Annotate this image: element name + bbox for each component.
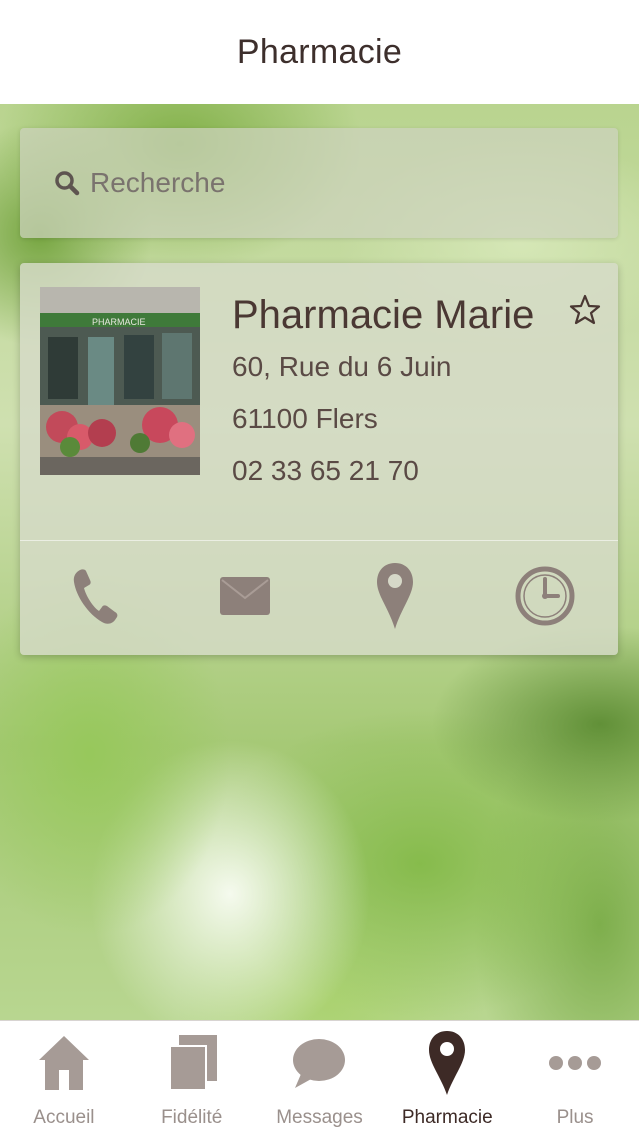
tab-label: Fidélité	[161, 1107, 223, 1128]
phone-icon	[70, 566, 120, 631]
card-divider	[20, 540, 618, 541]
mail-icon	[219, 576, 271, 621]
clock-icon	[514, 565, 576, 632]
tab-accueil[interactable]: Accueil	[0, 1021, 128, 1136]
chat-bubble-icon	[287, 1031, 351, 1095]
tab-pharmacie[interactable]: Pharmacie	[383, 1021, 511, 1136]
cards-icon	[160, 1031, 224, 1095]
home-icon	[32, 1031, 96, 1095]
tab-label: Plus	[556, 1107, 594, 1128]
page-title: Pharmacie	[236, 32, 403, 71]
email-button[interactable]	[210, 561, 280, 635]
phone-number[interactable]: 02 33 65 21 70	[232, 455, 419, 487]
tab-plus[interactable]: Plus	[511, 1021, 639, 1136]
search-bar[interactable]	[20, 128, 618, 238]
more-dots-icon	[543, 1031, 607, 1095]
pharmacy-photo: PHARMACIE	[40, 287, 200, 475]
tab-label: Pharmacie	[401, 1107, 493, 1128]
tab-fidelite[interactable]: Fidélité	[128, 1021, 256, 1136]
search-input[interactable]	[90, 167, 590, 199]
pharmacy-name: Pharmacie Marie	[232, 293, 535, 337]
tab-messages[interactable]: Messages	[256, 1021, 384, 1136]
map-pin-icon	[375, 561, 415, 636]
pharmacy-card[interactable]: PHARMACIE Pharmacie Marie 60, Rue du 6 J…	[20, 263, 618, 655]
directions-button[interactable]	[360, 561, 430, 635]
tab-label: Messages	[276, 1107, 363, 1128]
address-line-2: 61100 Flers	[232, 403, 378, 434]
call-button[interactable]	[60, 561, 130, 635]
tab-label: Accueil	[33, 1107, 95, 1128]
opening-hours-button[interactable]	[510, 561, 580, 635]
pharmacy-sign-text: PHARMACIE	[92, 317, 146, 327]
search-icon	[54, 170, 80, 196]
map-pin-icon	[415, 1031, 479, 1095]
bottom-tab-bar: Accueil Fidélité Messages Pharmacie Plus	[0, 1020, 639, 1136]
top-header: Pharmacie	[0, 0, 639, 104]
favorite-star-icon[interactable]	[568, 293, 602, 327]
address-line-1: 60, Rue du 6 Juin	[232, 351, 452, 382]
